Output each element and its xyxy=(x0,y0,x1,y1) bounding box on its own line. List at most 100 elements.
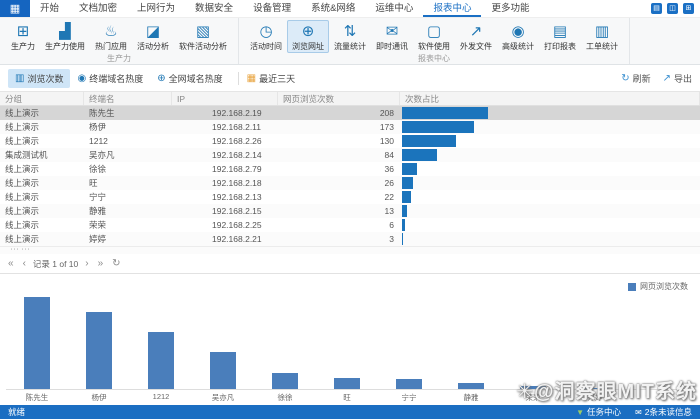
last-page-button[interactable]: » xyxy=(96,256,106,272)
x-tick-label: 陈先生 xyxy=(26,392,49,403)
ribbon-button-软件活动分析[interactable]: ▧软件活动分析 xyxy=(174,20,232,53)
menu-item-5[interactable]: 系统&网络 xyxy=(301,0,365,17)
ribbon-button-流量统计[interactable]: ⇅流量统计 xyxy=(329,20,371,53)
ribbon-button-label: 生产力 xyxy=(11,41,35,52)
导出-button[interactable]: ↗导出 xyxy=(663,72,692,85)
cell-group: 线上演示 xyxy=(0,106,84,120)
tab-label: 浏览次数 xyxy=(27,72,63,85)
chart-bar-1212[interactable] xyxy=(148,332,174,390)
ratio-bar xyxy=(402,233,403,245)
quick-icon-apps[interactable]: ⊞ xyxy=(683,3,694,14)
ribbon-button-工单统计[interactable]: ▥工单统计 xyxy=(581,20,623,53)
x-tick-label: 1212 xyxy=(153,392,170,401)
table-row[interactable]: 线上演示婷婷192.168.2.213 xyxy=(0,232,700,246)
table-row[interactable]: 线上演示徐徐192.168.2.7936 xyxy=(0,162,700,176)
cell-terminal-name: 1212 xyxy=(84,134,172,148)
ribbon-button-label: 流量统计 xyxy=(334,41,366,52)
cell-count-ratio xyxy=(400,204,700,218)
app-menu-button[interactable]: ▦ xyxy=(0,0,30,17)
column-header-3[interactable]: 网页浏览次数 xyxy=(278,92,400,105)
menu-item-0[interactable]: 开始 xyxy=(30,0,69,17)
table-row[interactable]: 线上演示荣荣192.168.2.256 xyxy=(0,218,700,232)
x-tick-label: 旺 xyxy=(343,392,351,403)
chart-bar-吴亦凡[interactable] xyxy=(210,352,236,389)
menu-item-2[interactable]: 上网行为 xyxy=(127,0,185,17)
next-page-button[interactable]: › xyxy=(83,256,90,272)
cell-terminal-name: 静雅 xyxy=(84,204,172,218)
activity-time-icon: ◷ xyxy=(259,23,272,41)
table-row[interactable]: 线上演示1212192.168.2.26130 xyxy=(0,134,700,148)
column-header-2[interactable]: IP xyxy=(172,92,278,105)
splitter-handle[interactable]: ⋯⋯ xyxy=(0,246,700,254)
quick-icon-window[interactable]: ◫ xyxy=(667,3,678,14)
table-row[interactable]: 线上演示陈先生192.168.2.19208 xyxy=(0,106,700,120)
menu-item-6[interactable]: 运维中心 xyxy=(365,0,423,17)
tab-全网域名热度[interactable]: ⊕全网域名热度 xyxy=(150,69,229,88)
filter-bar: ▥浏览次数◉终端域名热度⊕全网域名热度 ▦ 最近三天 ↻刷新 ↗导出 xyxy=(0,65,700,92)
cell-terminal-name: 宁宁 xyxy=(84,190,172,204)
cell-browse-count: 13 xyxy=(278,204,400,218)
column-header-1[interactable]: 终端名 xyxy=(84,92,172,105)
chart-bar-陈先生[interactable] xyxy=(24,297,50,389)
menu-item-7[interactable]: 报表中心 xyxy=(423,0,481,17)
ribbon-button-活动时间[interactable]: ◷活动时间 xyxy=(245,20,287,53)
menu-item-1[interactable]: 文档加密 xyxy=(69,0,127,17)
cell-browse-count: 208 xyxy=(278,106,400,120)
ribbon-button-即时通讯[interactable]: ✉即时通讯 xyxy=(371,20,413,53)
table-row[interactable]: 线上演示杨伊192.168.2.11173 xyxy=(0,120,700,134)
chart-bar-旺[interactable] xyxy=(334,378,360,390)
column-header-4[interactable]: 次数占比 xyxy=(400,92,700,105)
ribbon-button-生产力使用[interactable]: ▟生产力使用 xyxy=(40,20,90,53)
chart-bar-静雅[interactable] xyxy=(458,383,484,389)
ribbon-button-label: 活动时间 xyxy=(250,41,282,52)
cell-count-ratio xyxy=(400,218,700,232)
chart-bar-杨伊[interactable] xyxy=(86,312,112,389)
cell-count-ratio xyxy=(400,134,700,148)
date-range-filter[interactable]: ▦ 最近三天 xyxy=(247,72,295,85)
ribbon-button-热门应用[interactable]: ♨热门应用 xyxy=(90,20,132,53)
cell-group: 线上演示 xyxy=(0,134,84,148)
ribbon-button-高级统计[interactable]: ◉高级统计 xyxy=(497,20,539,53)
menu-item-3[interactable]: 数据安全 xyxy=(185,0,243,17)
cell-terminal-name: 吴亦凡 xyxy=(84,148,172,162)
chart-bar-徐徐[interactable] xyxy=(272,373,298,389)
status-item-任务中心[interactable]: ▼任务中心 xyxy=(576,406,621,418)
table-row[interactable]: 线上演示静雅192.168.2.1513 xyxy=(0,204,700,218)
ribbon-button-生产力[interactable]: ⊞生产力 xyxy=(6,20,40,53)
ribbon-button-软件使用[interactable]: ▢软件使用 xyxy=(413,20,455,53)
chart-bar-荣荣[interactable] xyxy=(520,386,546,389)
prev-page-button[interactable]: ‹ xyxy=(21,256,28,272)
ratio-bar xyxy=(402,177,413,189)
table-row[interactable]: 集成测试机吴亦凡192.168.2.1484 xyxy=(0,148,700,162)
menu-item-8[interactable]: 更多功能 xyxy=(481,0,539,17)
cell-ip: 192.168.2.19 xyxy=(172,106,278,120)
ribbon-button-外发文件[interactable]: ↗外发文件 xyxy=(455,20,497,53)
chart-bar-宁宁[interactable] xyxy=(396,379,422,389)
ratio-bar xyxy=(402,149,437,161)
ribbon-button-活动分析[interactable]: ◪活动分析 xyxy=(132,20,174,53)
cell-ip: 192.168.2.14 xyxy=(172,148,278,162)
pager-refresh-button[interactable]: ↻ xyxy=(110,256,122,272)
chart-bar-婷婷[interactable] xyxy=(582,388,608,389)
quick-icon-grid[interactable]: ▤ xyxy=(651,3,662,14)
ribbon-button-打印报表[interactable]: ▤打印报表 xyxy=(539,20,581,53)
productivity-usage-icon: ▟ xyxy=(59,23,71,41)
status-item-2条未读信息[interactable]: ✉2条未读信息 xyxy=(635,406,692,418)
tab-label: 全网域名热度 xyxy=(169,72,223,85)
刷新-button[interactable]: ↻刷新 xyxy=(621,72,650,85)
cell-terminal-name: 杨伊 xyxy=(84,120,172,134)
ribbon-button-浏览网址[interactable]: ⊕浏览网址 xyxy=(287,20,329,53)
ratio-bar xyxy=(402,135,456,147)
status-bar-right: ▼任务中心 ✉2条未读信息 xyxy=(576,406,692,418)
cell-ip: 192.168.2.26 xyxy=(172,134,278,148)
outgoing-files-icon: ↗ xyxy=(470,23,483,41)
table-row[interactable]: 线上演示宁宁192.168.2.1322 xyxy=(0,190,700,204)
titlebar-quick-icons: ▤ ◫ ⊞ xyxy=(651,0,700,17)
menu-item-4[interactable]: 设备管理 xyxy=(243,0,301,17)
column-header-0[interactable]: 分组 xyxy=(0,92,84,105)
tab-终端域名热度[interactable]: ◉终端域名热度 xyxy=(70,69,150,88)
table-row[interactable]: 线上演示旺192.168.2.1826 xyxy=(0,176,700,190)
tab-浏览次数[interactable]: ▥浏览次数 xyxy=(8,69,70,88)
browse-url-icon: ⊕ xyxy=(302,23,315,41)
first-page-button[interactable]: « xyxy=(6,256,16,272)
